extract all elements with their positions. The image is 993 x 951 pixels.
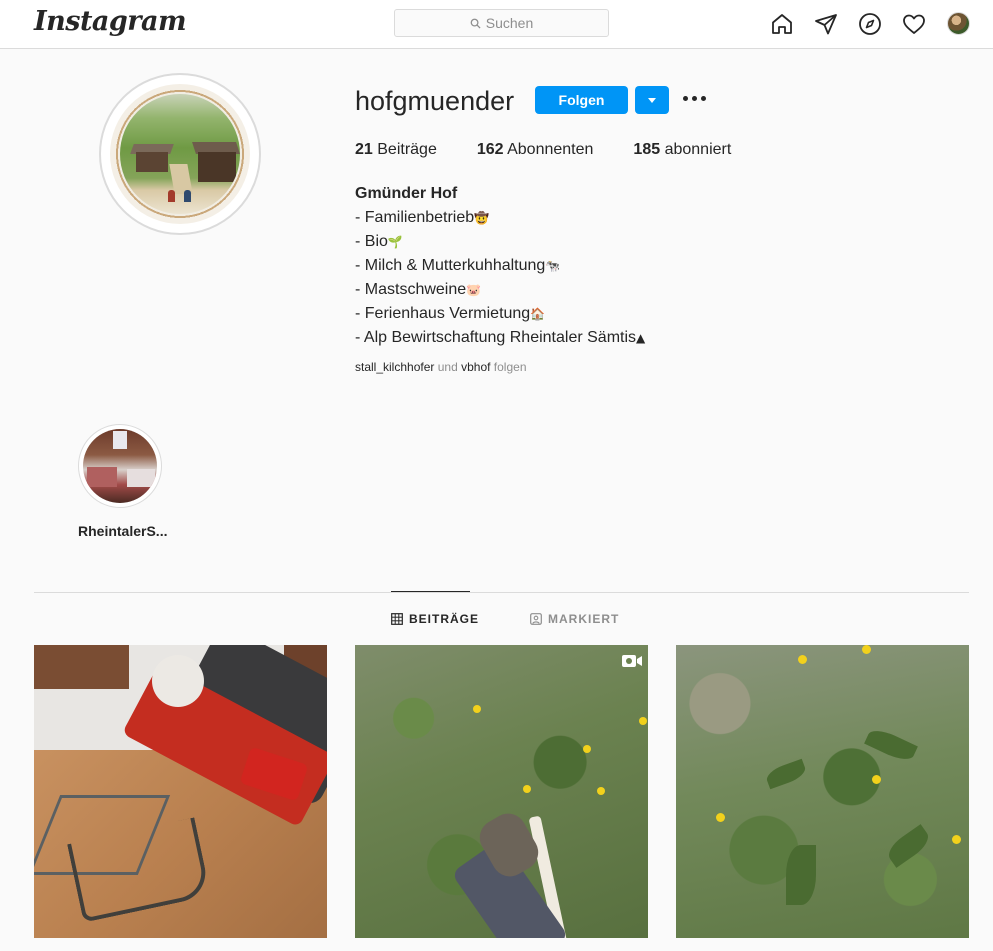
highlight-label: RheintalerS... [78, 523, 168, 539]
tab-tagged-label: MARKIERT [548, 612, 620, 626]
follow-button[interactable]: Folgen [535, 86, 628, 114]
followed-by-account: stall_kilchhofer [355, 360, 435, 374]
profile-avatar-icon[interactable] [947, 12, 970, 35]
following-count-value: 185 [633, 141, 661, 158]
post-thumbnail[interactable] [34, 645, 327, 938]
profile-bio: Gmünder Hof - Familienbetrieb🤠 - Bio🌱 - … [355, 182, 645, 350]
posts-count-value: 21 [355, 141, 373, 158]
profile-username: hofgmuender [355, 86, 515, 116]
home-icon[interactable] [770, 12, 794, 36]
followed-by-text[interactable]: stall_kilchhofer und vbhof folgen [355, 360, 527, 374]
heart-activity-icon[interactable] [902, 12, 926, 36]
search-input[interactable]: Suchen [394, 9, 609, 37]
profile-picture-image [110, 84, 250, 224]
bio-line: - Alp Bewirtschaftung Rheintaler Sämtis▲ [355, 329, 646, 346]
grid-icon [391, 613, 403, 625]
followers-count-label: Abonnenten [507, 141, 594, 158]
explore-compass-icon[interactable] [858, 12, 882, 36]
story-highlight[interactable]: RheintalerS... [78, 424, 168, 539]
search-icon [470, 18, 481, 29]
followers-count-value: 162 [476, 141, 504, 158]
suggestions-dropdown-button[interactable] [635, 86, 669, 114]
active-tab-indicator [391, 591, 470, 592]
following-count[interactable]: 185 abonniert [633, 141, 731, 159]
video-camera-icon [622, 655, 642, 667]
bio-line: - Familienbetrieb🤠 [355, 209, 490, 226]
tab-posts-label: BEITRÄGE [409, 612, 480, 626]
search-placeholder: Suchen [485, 15, 534, 31]
posts-count: 21 Beiträge [355, 141, 437, 159]
followers-count[interactable]: 162 Abonnenten [477, 141, 594, 159]
pig-emoji-icon: 🐷 [466, 283, 482, 297]
posts-count-label: Beiträge [377, 141, 437, 158]
cowboy-emoji-icon: 🤠 [474, 211, 490, 225]
bio-line: - Mastschweine🐷 [355, 281, 482, 298]
profile-stats: 21 Beiträge 162 Abonnenten 185 abonniert [355, 141, 771, 159]
highlight-cover [78, 424, 162, 508]
direct-message-icon[interactable] [814, 12, 838, 36]
tagged-person-icon [530, 613, 542, 625]
mountain-emoji-icon: ▲ [636, 331, 646, 345]
following-count-label: abonniert [664, 141, 732, 158]
tabs-divider [34, 592, 969, 593]
bio-line: - Ferienhaus Vermietung🏠 [355, 305, 546, 322]
followed-by-account: vbhof [461, 360, 491, 374]
post-thumbnail[interactable] [355, 645, 648, 938]
tab-posts[interactable]: BEITRÄGE [391, 612, 479, 626]
tab-tagged[interactable]: MARKIERT [530, 612, 619, 626]
bio-full-name: Gmünder Hof [355, 185, 458, 202]
bio-line: - Milch & Mutterkuhhaltung🐄 [355, 257, 561, 274]
house-emoji-icon: 🏠 [530, 307, 546, 321]
chevron-down-icon [648, 97, 656, 103]
instagram-logo[interactable]: Instagram [34, 6, 187, 37]
top-navigation-bar: Instagram Suchen [0, 0, 993, 49]
profile-picture[interactable] [99, 73, 261, 235]
cow-emoji-icon: 🐄 [545, 259, 561, 273]
post-thumbnail[interactable] [676, 645, 969, 938]
seedling-emoji-icon: 🌱 [387, 235, 403, 249]
bio-line: - Bio🌱 [355, 233, 403, 250]
more-options-icon[interactable] [683, 96, 706, 101]
